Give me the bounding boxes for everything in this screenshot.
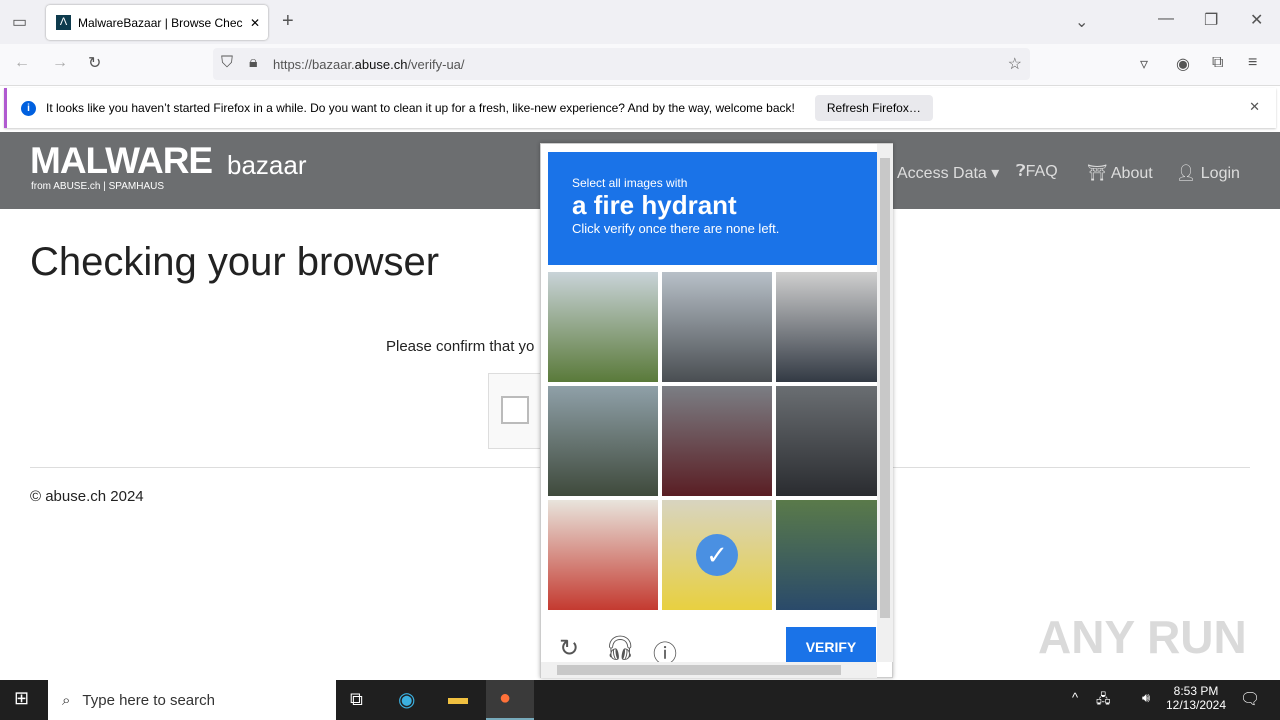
- challenge-header: Select all images with a fire hydrant Cl…: [548, 152, 877, 265]
- extensions-icon[interactable]: ⧉: [1212, 54, 1223, 72]
- logo-from: from ABUSE.ch | SPAMHAUS: [31, 181, 165, 192]
- url-prefix: https://bazaar.: [273, 56, 355, 72]
- tab-list-icon[interactable]: ▭: [12, 12, 27, 32]
- windows-start-icon[interactable]: ⊞: [14, 688, 29, 709]
- tray-chevron-icon[interactable]: ^: [1072, 690, 1078, 705]
- page-title: Checking your browser: [30, 240, 440, 284]
- verify-button[interactable]: VERIFY: [786, 627, 876, 663]
- task-view-icon[interactable]: ⧉: [350, 689, 363, 710]
- captcha-tile[interactable]: [548, 386, 658, 496]
- nav-access-data[interactable]: Access Data ▾: [897, 163, 999, 183]
- edge-icon[interactable]: ◉: [398, 687, 415, 712]
- audio-headphones-icon[interactable]: 🎧︎: [605, 634, 635, 663]
- nav-faq[interactable]: ❓︎FAQ: [1016, 163, 1058, 181]
- url-path: /verify-ua/: [407, 56, 465, 72]
- logo[interactable]: MALWARE: [30, 140, 213, 182]
- captcha-checkbox[interactable]: [501, 396, 529, 424]
- user-icon: 👤︎: [1176, 165, 1201, 182]
- favicon-icon: Λ: [56, 15, 71, 30]
- notifications-icon[interactable]: 🗨︎: [1240, 689, 1260, 709]
- captcha-tile[interactable]: [776, 386, 886, 496]
- target-object: a fire hydrant: [572, 190, 737, 220]
- question-icon: ❓︎: [1016, 163, 1026, 180]
- shield-icon[interactable]: ⛉: [221, 54, 233, 72]
- building-icon: ⛩︎: [1087, 165, 1111, 182]
- search-icon: ⌕: [62, 691, 71, 709]
- tab-active[interactable]: Λ MalwareBazaar | Browse Checking ✕: [46, 5, 268, 40]
- nav-label: Login: [1200, 165, 1240, 182]
- logo-sub: bazaar: [227, 150, 307, 180]
- nav-login[interactable]: 👤︎ Login: [1176, 163, 1240, 183]
- captcha-tile[interactable]: [548, 272, 658, 382]
- url-bar[interactable]: ⛉ 🔒︎ https://bazaar. abuse.ch/verify-ua/ …: [213, 48, 1030, 80]
- tab-title: MalwareBazaar | Browse Checking: [78, 15, 243, 30]
- time: 8:53 PM: [1173, 684, 1219, 698]
- info-icon: i: [21, 100, 36, 116]
- nav-label: Access Data: [897, 165, 987, 182]
- lock-icon[interactable]: 🔒︎: [249, 54, 258, 72]
- firefox-icon: ●: [499, 687, 512, 709]
- clock[interactable]: 8:53 PM 12/13/2024: [1164, 684, 1228, 712]
- nav-label: About: [1110, 165, 1153, 182]
- notification-text: It looks like you haven’t started Firefo…: [46, 101, 795, 115]
- reload-icon[interactable]: ↻: [88, 53, 101, 73]
- back-icon[interactable]: ←: [14, 54, 30, 72]
- bookmark-star-icon[interactable]: ☆: [1008, 54, 1022, 74]
- confirm-text: Please confirm that yo: [386, 338, 535, 355]
- captcha-challenge: Select all images with a fire hydrant Cl…: [540, 143, 893, 678]
- captcha-tile[interactable]: [776, 500, 886, 610]
- chevron-down-icon[interactable]: ⌄: [1075, 12, 1088, 32]
- refresh-icon[interactable]: ↻: [559, 634, 579, 663]
- refresh-firefox-button[interactable]: Refresh Firefox…: [814, 95, 933, 121]
- captcha-tile[interactable]: [662, 386, 772, 496]
- taskbar-search[interactable]: ⌕ Type here to search: [48, 680, 336, 720]
- footer-copyright: © abuse.ch 2024: [30, 488, 144, 505]
- vertical-scrollbar[interactable]: [877, 144, 893, 662]
- instruction-text: Click verify once there are none left.: [572, 221, 780, 236]
- restore-icon[interactable]: ❐: [1204, 10, 1218, 30]
- captcha-tile[interactable]: ✓: [662, 500, 772, 610]
- anyrun-watermark: ANY RUN: [1038, 611, 1247, 663]
- tab-strip: ▭ Λ MalwareBazaar | Browse Checking ✕ + …: [0, 0, 1280, 44]
- search-placeholder: Type here to search: [82, 691, 215, 709]
- close-tab-icon[interactable]: ✕: [250, 16, 260, 30]
- nav-about[interactable]: ⛩︎ About: [1087, 163, 1153, 183]
- captcha-tile[interactable]: [662, 272, 772, 382]
- horizontal-scrollbar[interactable]: [541, 662, 877, 678]
- captcha-tile[interactable]: [548, 500, 658, 610]
- checkmark-icon: ✓: [696, 534, 738, 576]
- account-icon[interactable]: ◉: [1176, 54, 1190, 74]
- nav-label: FAQ: [1025, 163, 1058, 180]
- menu-icon[interactable]: ≡: [1248, 54, 1257, 72]
- close-window-icon[interactable]: ✕: [1250, 10, 1263, 30]
- url-domain: abuse.ch: [354, 56, 408, 72]
- firefox-taskbar-button[interactable]: ●: [486, 680, 534, 720]
- new-tab-icon[interactable]: +: [282, 10, 294, 33]
- volume-icon[interactable]: 🔊︎: [1142, 690, 1150, 706]
- close-notification-icon[interactable]: ✕: [1249, 99, 1260, 115]
- tray-network-icon[interactable]: 🖧︎: [1096, 690, 1111, 712]
- taskbar: ⊞ ⌕ Type here to search ⧉ ◉ ▬ ● ^ 🖧︎ 🔊︎ 8…: [0, 680, 1280, 720]
- forward-icon[interactable]: →: [52, 54, 68, 72]
- file-explorer-icon[interactable]: ▬: [448, 687, 468, 710]
- pocket-icon[interactable]: ▿: [1140, 54, 1148, 74]
- minimize-icon[interactable]: —: [1158, 10, 1174, 28]
- nav-bar: ← → ↻ ⛉ 🔒︎ https://bazaar. abuse.ch/verif…: [0, 44, 1280, 86]
- date: 12/13/2024: [1165, 698, 1227, 712]
- captcha-tile[interactable]: [776, 272, 886, 382]
- prompt-text: Select all images with: [572, 176, 688, 190]
- notification-bar: i It looks like you haven’t started Fire…: [4, 88, 1276, 128]
